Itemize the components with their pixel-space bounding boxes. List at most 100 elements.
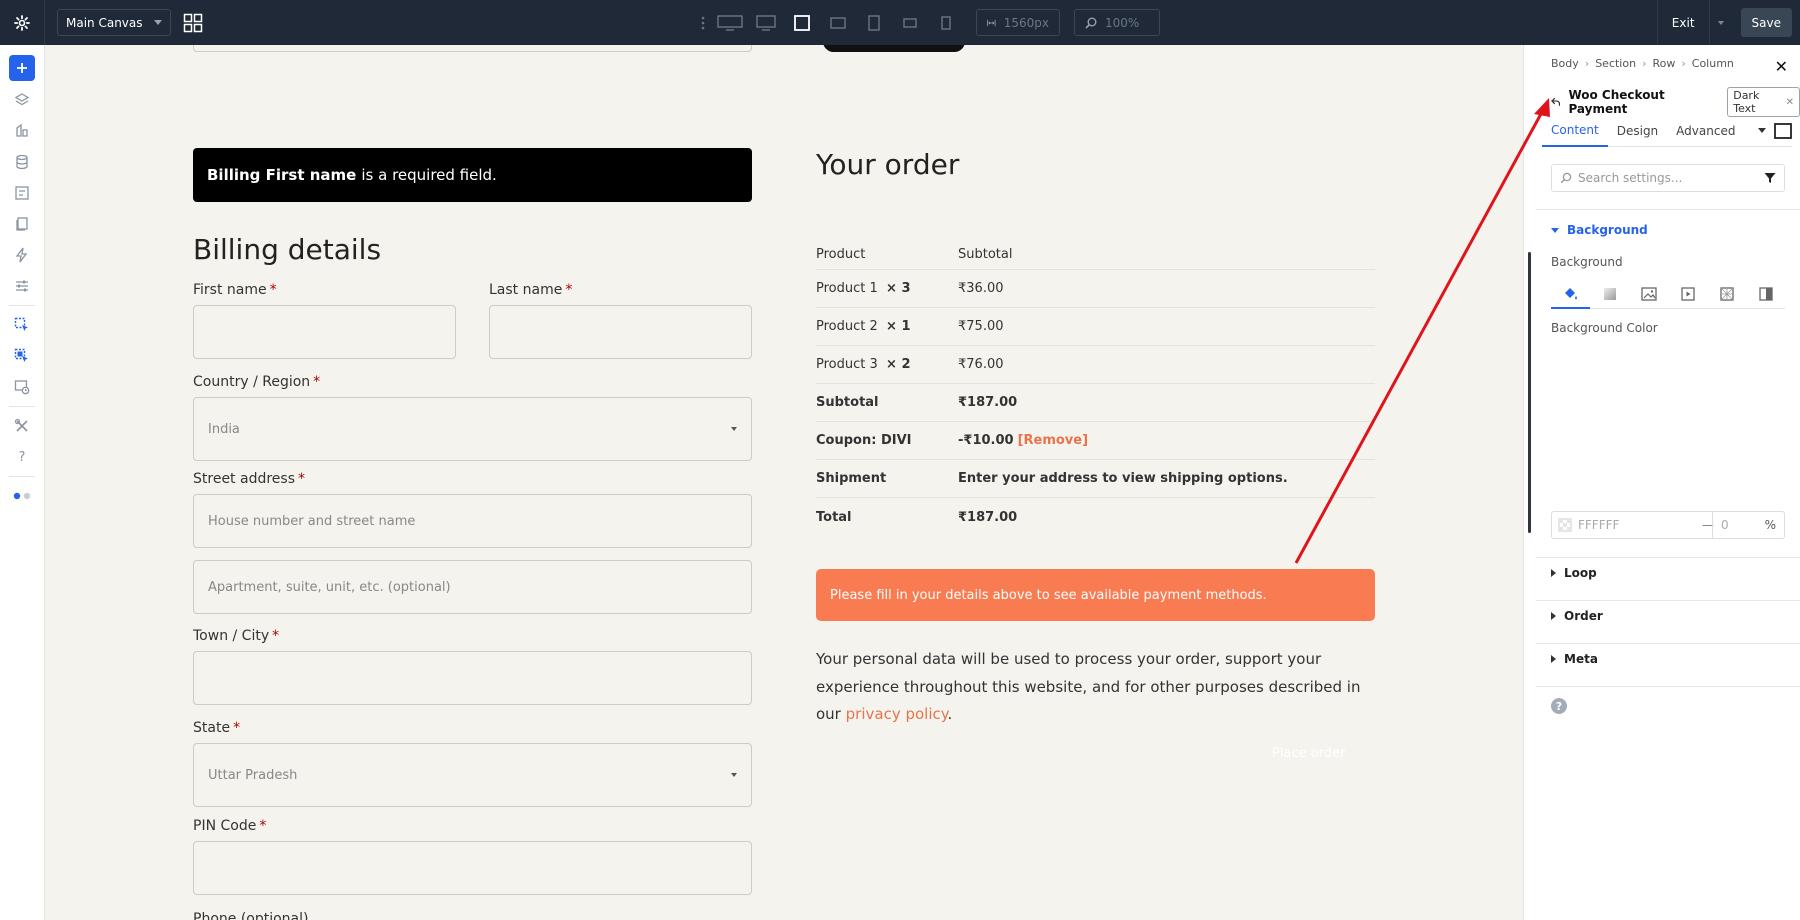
remove-coupon-link[interactable]: [Remove] — [1018, 433, 1088, 448]
theme-builder-icon[interactable] — [9, 119, 35, 143]
caret-down-icon[interactable] — [1758, 128, 1766, 134]
country-select[interactable]: India — [193, 397, 752, 461]
chevron-right-icon — [1551, 569, 1556, 577]
help-question-icon[interactable]: ? — [9, 445, 35, 469]
state-select-value: Uttar Pradesh — [208, 767, 298, 783]
more-vertical-icon[interactable] — [696, 9, 710, 36]
separator-dash-icon: — — [1702, 518, 1714, 532]
tab-content[interactable]: Content — [1542, 116, 1608, 147]
interactions-lightning-icon[interactable] — [9, 243, 35, 267]
color-opacity-field[interactable]: 0 % — [1712, 512, 1784, 538]
pages-icon[interactable] — [9, 212, 35, 236]
phone-landscape-icon[interactable] — [894, 9, 926, 36]
desktop-active-icon[interactable] — [786, 9, 818, 36]
chevron-down-icon — [731, 427, 737, 431]
apartment-input[interactable]: Apartment, suite, unit, etc. (optional) — [193, 560, 752, 614]
state-select[interactable]: Uttar Pradesh — [193, 743, 752, 807]
back-arrow-icon[interactable] — [1551, 97, 1561, 107]
pattern-icon[interactable] — [1707, 279, 1746, 309]
gradient-icon[interactable] — [1590, 279, 1629, 309]
loop-section-title: Loop — [1564, 566, 1597, 580]
desktop-wide-icon[interactable] — [714, 9, 746, 36]
tablet-landscape-icon[interactable] — [822, 9, 854, 36]
breadcrumb-column[interactable]: Column — [1692, 57, 1734, 70]
order-review-table: Product Subtotal Product 1 × 3 ₹36.00 Pr… — [816, 240, 1375, 536]
exit-button[interactable]: Exit — [1656, 0, 1709, 45]
breadcrumb-body[interactable]: Body — [1551, 57, 1579, 70]
database-icon[interactable] — [9, 150, 35, 174]
phone-portrait-icon[interactable] — [930, 9, 962, 36]
settings-sliders-icon[interactable] — [9, 274, 35, 298]
topbar-actions: Exit Save — [1656, 0, 1800, 45]
hover-mode-icon[interactable] — [9, 344, 35, 368]
privacy-end: . — [947, 705, 953, 723]
canvas-select[interactable]: Main Canvas — [57, 9, 171, 36]
settings-search-input[interactable]: Search settings... — [1551, 164, 1785, 192]
desktop-icon[interactable] — [750, 9, 782, 36]
last-name-input[interactable] — [489, 305, 752, 359]
first-name-input[interactable] — [193, 305, 456, 359]
background-color-input[interactable]: FFFFFF — 0 % — [1551, 511, 1785, 539]
forms-icon[interactable] — [9, 181, 35, 205]
table-row: Product 3 × 2 ₹76.00 — [816, 346, 1375, 384]
exit-options-chevron-icon[interactable] — [1708, 0, 1733, 45]
table-row: Product 2 × 1 ₹75.00 — [816, 308, 1375, 346]
canvas-width-field[interactable]: 1560px — [976, 9, 1060, 36]
place-order-button[interactable]: Place order — [1272, 746, 1345, 761]
grid-view-icon[interactable] — [183, 13, 203, 33]
town-input[interactable] — [193, 651, 752, 705]
tools-icon[interactable] — [9, 414, 35, 438]
preset-badge[interactable]: Dark Text ✕ — [1727, 87, 1800, 117]
help-icon[interactable]: ? — [1551, 698, 1567, 714]
breadcrumb-section[interactable]: Section — [1595, 57, 1636, 70]
privacy-policy-link[interactable]: privacy policy — [846, 705, 948, 723]
background-section-toggle[interactable]: Background — [1551, 223, 1648, 237]
transparent-swatch-icon[interactable] — [1558, 518, 1572, 532]
country-label: Country / Region * — [193, 374, 321, 390]
shipment-label: Shipment — [816, 471, 887, 486]
street-label: Street address * — [193, 471, 305, 487]
remove-preset-icon[interactable]: ✕ — [1786, 97, 1794, 108]
street-input[interactable]: House number and street name — [193, 494, 752, 548]
column-header-product: Product — [816, 247, 866, 262]
click-mode-icon[interactable] — [9, 313, 35, 337]
product-name: Product 2 — [816, 319, 878, 334]
zoom-field[interactable]: 100% — [1074, 9, 1160, 36]
filter-icon[interactable] — [1764, 172, 1776, 184]
panel-tabs: Content Design Advanced — [1542, 116, 1792, 147]
settings-gear-icon[interactable] — [0, 0, 45, 45]
color-hex-field[interactable]: FFFFFF — [1552, 518, 1702, 532]
meta-section-toggle[interactable]: Meta — [1551, 652, 1598, 666]
street-placeholder: House number and street name — [208, 513, 416, 529]
apartment-placeholder: Apartment, suite, unit, etc. (optional) — [208, 579, 451, 595]
video-icon[interactable] — [1668, 279, 1707, 309]
payment-methods-notice: Please fill in your details above to see… — [816, 569, 1375, 621]
section-divider — [1536, 686, 1800, 687]
panel-layout-icon[interactable] — [1774, 123, 1792, 139]
image-icon[interactable] — [1629, 279, 1668, 309]
tablet-portrait-icon[interactable] — [858, 9, 890, 36]
breadcrumb-row[interactable]: Row — [1652, 57, 1675, 70]
order-section-toggle[interactable]: Order — [1551, 609, 1603, 623]
save-button[interactable]: Save — [1740, 8, 1792, 37]
cut-off-button — [823, 45, 965, 52]
chevron-down-icon — [731, 773, 737, 777]
total-value: ₹187.00 — [958, 509, 1018, 525]
pin-input[interactable] — [193, 841, 752, 895]
mask-icon[interactable] — [1746, 279, 1785, 309]
close-panel-icon[interactable]: ✕ — [1775, 57, 1788, 76]
tab-advanced[interactable]: Advanced — [1667, 116, 1744, 147]
panel-scrollbar[interactable] — [1528, 252, 1531, 533]
chevron-right-icon: › — [1681, 57, 1686, 70]
preview-history-icon[interactable] — [9, 375, 35, 399]
paint-bucket-icon[interactable] — [1551, 279, 1590, 309]
chevron-right-icon — [1551, 612, 1556, 620]
top-bar: Main Canvas 1560px 100% Exit Save — [0, 0, 1800, 45]
add-module-button[interactable] — [9, 55, 35, 81]
toggle-dots-icon[interactable] — [9, 484, 35, 508]
canvas-width-value: 1560px — [1003, 15, 1049, 30]
layers-icon[interactable] — [9, 88, 35, 112]
loop-section-toggle[interactable]: Loop — [1551, 566, 1597, 580]
search-placeholder: Search settings... — [1578, 171, 1683, 185]
tab-design[interactable]: Design — [1608, 116, 1667, 147]
